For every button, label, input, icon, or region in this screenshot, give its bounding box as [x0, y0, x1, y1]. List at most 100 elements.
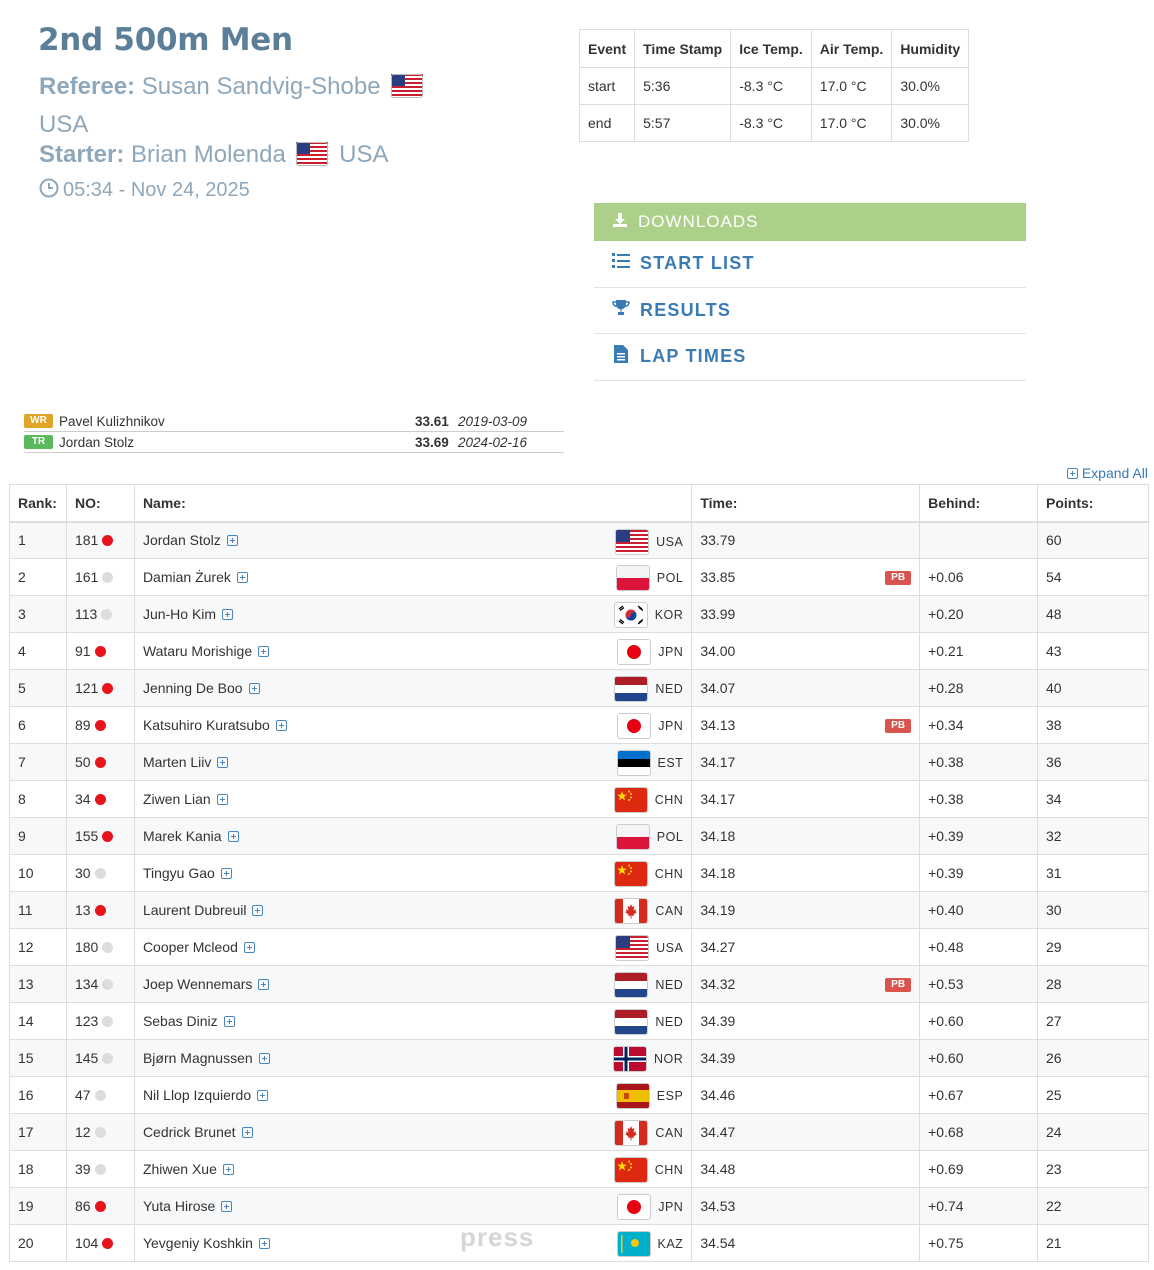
skater-name-link[interactable]: Marek Kania [143, 828, 222, 844]
expand-icon[interactable] [223, 1016, 235, 1027]
table-row[interactable]: 17 12 Cedrick Brunet CAN 34.47 +0.68 24 [9, 1113, 1149, 1151]
table-row[interactable]: 4 91 Wataru Morishige JPN 34.00 +0.21 43 [9, 632, 1149, 670]
table-row[interactable]: 18 39 Zhiwen Xue CHN 34.48 +0.69 23 [9, 1150, 1149, 1188]
nation-code: POL [656, 571, 684, 585]
column-header-time[interactable]: Time: [691, 484, 921, 523]
time-cell: 34.46 [691, 1076, 921, 1114]
time-value: 34.39 [700, 1013, 736, 1029]
expand-icon[interactable] [220, 868, 232, 879]
column-header-rank[interactable]: Rank: [9, 484, 67, 523]
points-cell: 30 [1037, 891, 1149, 929]
expand-icon[interactable] [227, 831, 239, 842]
expand-icon[interactable] [275, 720, 287, 731]
table-row[interactable]: 10 30 Tingyu Gao CHN 34.18 +0.39 31 [9, 854, 1149, 892]
skater-name-link[interactable]: Cooper Mcleod [143, 939, 238, 955]
referee-country: USA [39, 111, 89, 138]
skater-name-link[interactable]: Zhiwen Xue [143, 1161, 217, 1177]
nation-code: CHN [654, 793, 684, 807]
nation-code: JPN [658, 645, 684, 659]
skater-name-link[interactable]: Damian Żurek [143, 569, 231, 585]
table-row[interactable]: 9 155 Marek Kania POL 34.18 +0.39 32 [9, 817, 1149, 855]
table-row[interactable]: 3 113 Jun-Ho Kim KOR 33.99 +0.20 48 [9, 595, 1149, 633]
expand-icon[interactable] [258, 979, 270, 990]
expand-icon[interactable] [241, 1127, 253, 1138]
number-cell: 104 [65, 1224, 135, 1262]
skater-name-link[interactable]: Nil Llop Izquierdo [143, 1087, 251, 1103]
table-row[interactable]: 2 161 Damian Żurek POL 33.85 PB +0.06 54 [9, 558, 1149, 596]
table-row[interactable]: 19 86 Yuta Hirose JPN 34.53 +0.74 22 [9, 1187, 1149, 1225]
behind-cell: +0.39 [919, 854, 1038, 892]
rank-cell: 7 [9, 743, 67, 781]
expand-icon[interactable] [236, 572, 248, 583]
skater-name-link[interactable]: Sebas Diniz [143, 1013, 218, 1029]
expand-icon[interactable] [221, 1201, 233, 1212]
column-header-name[interactable]: Name: [133, 484, 693, 523]
watermark: press [460, 1222, 535, 1252]
expand-icon[interactable] [258, 646, 270, 657]
nation: USA [616, 936, 683, 960]
skater-name-link[interactable]: Yevgeniy Koshkin [143, 1235, 253, 1251]
status-dot-grey [94, 1164, 106, 1175]
skater-name-link[interactable]: Katsuhiro Kuratsubo [143, 717, 270, 733]
table-row[interactable]: 7 50 Marten Liiv EST 34.17 +0.38 36 [9, 743, 1149, 781]
table-row[interactable]: 11 13 Laurent Dubreuil CAN 34.19 +0.40 30 [9, 891, 1149, 929]
skater-name-link[interactable]: Jordan Stolz [143, 532, 221, 548]
start-list-link[interactable]: START LIST [594, 241, 1026, 288]
expand-icon[interactable] [217, 757, 229, 768]
plus-icon [1066, 467, 1078, 479]
time-value: 33.79 [700, 532, 736, 549]
starter-line: Starter: Brian Molenda USA [39, 138, 389, 176]
skater-name-link[interactable]: Wataru Morishige [143, 643, 252, 659]
name-cell: Bjørn Magnussen NOR [133, 1039, 693, 1077]
results-link[interactable]: RESULTS [594, 288, 1026, 334]
table-row[interactable]: 12 180 Cooper Mcleod USA 34.27 +0.48 29 [9, 928, 1149, 966]
time-cell: 34.13 PB [691, 706, 921, 744]
table-row[interactable]: 15 145 Bjørn Magnussen NOR 34.39 +0.60 26 [9, 1039, 1149, 1077]
expand-icon[interactable] [222, 1164, 234, 1175]
behind-cell: +0.38 [919, 743, 1038, 781]
table-row[interactable]: 8 34 Ziwen Lian CHN 34.17 +0.38 34 [9, 780, 1149, 818]
points-cell: 48 [1037, 595, 1149, 633]
status-dot-grey [94, 1127, 106, 1138]
table-row[interactable]: 6 89 Katsuhiro Kuratsubo JPN 34.13 PB +0.34 38 [9, 706, 1149, 744]
column-header-behind[interactable]: Behind: [919, 484, 1038, 523]
column-header-number[interactable]: NO: [65, 484, 135, 523]
conditions-row: start 5:36 -8.3 °C 17.0 °C 30.0% [578, 67, 970, 105]
expand-icon[interactable] [226, 535, 238, 547]
expand-icon[interactable] [243, 942, 255, 953]
skater-name-link[interactable]: Cedrick Brunet [143, 1124, 236, 1140]
number-cell: 12 [65, 1113, 135, 1151]
table-row[interactable]: 13 134 Joep Wennemars NED 34.32 PB +0.53 28 [9, 965, 1149, 1003]
time-value: 34.39 [700, 1050, 736, 1066]
table-row[interactable]: 1 181 Jordan Stolz USA 33.79 60 [9, 521, 1149, 559]
results-label: RESULTS [640, 299, 732, 320]
time-cell: 34.39 [691, 1039, 921, 1077]
expand-icon[interactable] [257, 1090, 269, 1101]
expand-icon[interactable] [248, 683, 260, 694]
column-header-points[interactable]: Points: [1037, 484, 1149, 523]
skater-name-link[interactable]: Ziwen Lian [143, 791, 211, 807]
table-row[interactable]: 20 104 Yevgeniy Koshkin KAZ 34.54 +0.75 21 [9, 1224, 1149, 1262]
expand-icon[interactable] [252, 905, 264, 916]
expand-icon[interactable] [258, 1238, 270, 1249]
lap-times-link[interactable]: LAP TIMES [594, 334, 1026, 381]
skater-name-link[interactable]: Tingyu Gao [143, 865, 215, 881]
downloads-header[interactable]: DOWNLOADS [594, 203, 1026, 241]
expand-icon[interactable] [222, 609, 234, 620]
skater-name-link[interactable]: Joep Wennemars [143, 976, 252, 992]
table-row[interactable]: 5 121 Jenning De Boo NED 34.07 +0.28 40 [9, 669, 1149, 707]
expand-icon[interactable] [258, 1053, 270, 1064]
table-row[interactable]: 16 47 Nil Llop Izquierdo ESP 34.46 +0.67 25 [9, 1076, 1149, 1114]
skater-name-link[interactable]: Jun-Ho Kim [143, 606, 216, 622]
points-cell: 22 [1037, 1187, 1149, 1225]
skater-name-link[interactable]: Marten Liiv [143, 754, 211, 770]
table-row[interactable]: 14 123 Sebas Diniz NED 34.39 +0.60 27 [9, 1002, 1149, 1040]
skater-name-link[interactable]: Laurent Dubreuil [143, 902, 247, 918]
skater-name-link[interactable]: Jenning De Boo [143, 680, 243, 696]
skater-name-link[interactable]: Bjørn Magnussen [143, 1050, 253, 1066]
number-cell: 34 [65, 780, 135, 818]
skater-name-link[interactable]: Yuta Hirose [143, 1198, 215, 1214]
behind-cell: +0.60 [919, 1039, 1038, 1077]
expand-all-link[interactable]: Expand All [1061, 465, 1148, 481]
expand-icon[interactable] [216, 794, 228, 805]
